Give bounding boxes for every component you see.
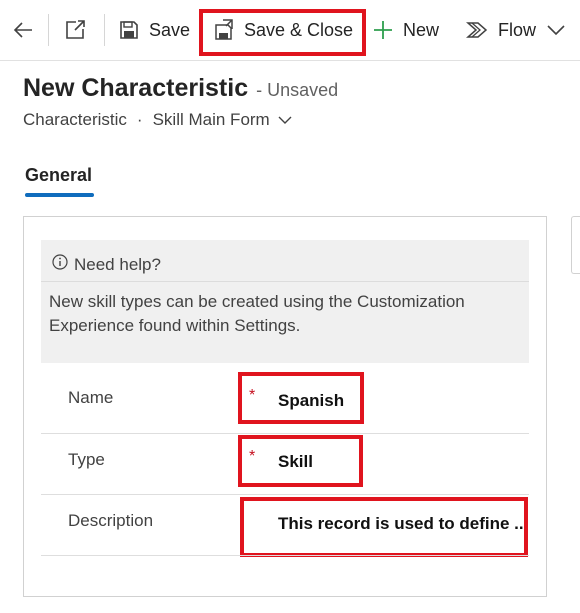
breadcrumb-separator: · [136, 110, 143, 129]
page-title: New Characteristic [23, 74, 249, 102]
command-bar: Save Save & Close New Flow [0, 0, 580, 61]
new-button-label: New [403, 19, 440, 40]
help-heading: Need help? [52, 254, 161, 275]
row-divider [41, 555, 529, 556]
save-icon [119, 20, 139, 40]
chevron-down-icon [547, 24, 565, 36]
info-icon [52, 254, 68, 275]
help-heading-text: Need help? [74, 254, 161, 274]
form-breadcrumb: Characteristic · Skill Main Form [23, 110, 292, 130]
open-in-new-window-button[interactable] [64, 0, 86, 60]
tab-selected-indicator [25, 193, 94, 197]
back-arrow-icon [12, 19, 34, 41]
save-status: - Unsaved [256, 80, 339, 100]
plus-icon [373, 20, 393, 40]
description-label: Description [68, 511, 154, 530]
flow-button-label: Flow [498, 19, 537, 40]
row-divider [41, 494, 529, 495]
flow-button[interactable]: Flow [466, 0, 536, 60]
type-label: Type [68, 450, 105, 469]
entity-name: Characteristic [23, 110, 127, 129]
help-panel: Need help? New skill types can be create… [41, 240, 529, 363]
save-button-label: Save [149, 19, 191, 40]
save-close-highlight [199, 9, 366, 56]
toolbar-divider [104, 14, 105, 46]
new-button[interactable]: New [373, 0, 439, 60]
description-field-highlight [240, 497, 528, 557]
open-new-window-icon [64, 19, 86, 41]
more-commands-button[interactable] [547, 0, 565, 60]
tab-general[interactable]: General [25, 165, 92, 186]
type-field-highlight [238, 435, 363, 487]
flow-icon [466, 20, 488, 40]
name-label: Name [68, 388, 114, 407]
back-button[interactable] [12, 0, 34, 60]
form-selector-chevron-icon[interactable] [278, 110, 292, 130]
row-divider [41, 433, 529, 434]
record-header: New Characteristic - Unsaved [23, 74, 338, 103]
toolbar-divider [48, 14, 49, 46]
name-field-highlight [238, 372, 364, 424]
help-text: New skill types can be created using the… [49, 292, 465, 335]
save-button[interactable]: Save [119, 0, 190, 60]
help-divider [41, 281, 529, 282]
side-panel-edge [571, 216, 580, 274]
form-selector[interactable]: Skill Main Form [153, 110, 270, 130]
